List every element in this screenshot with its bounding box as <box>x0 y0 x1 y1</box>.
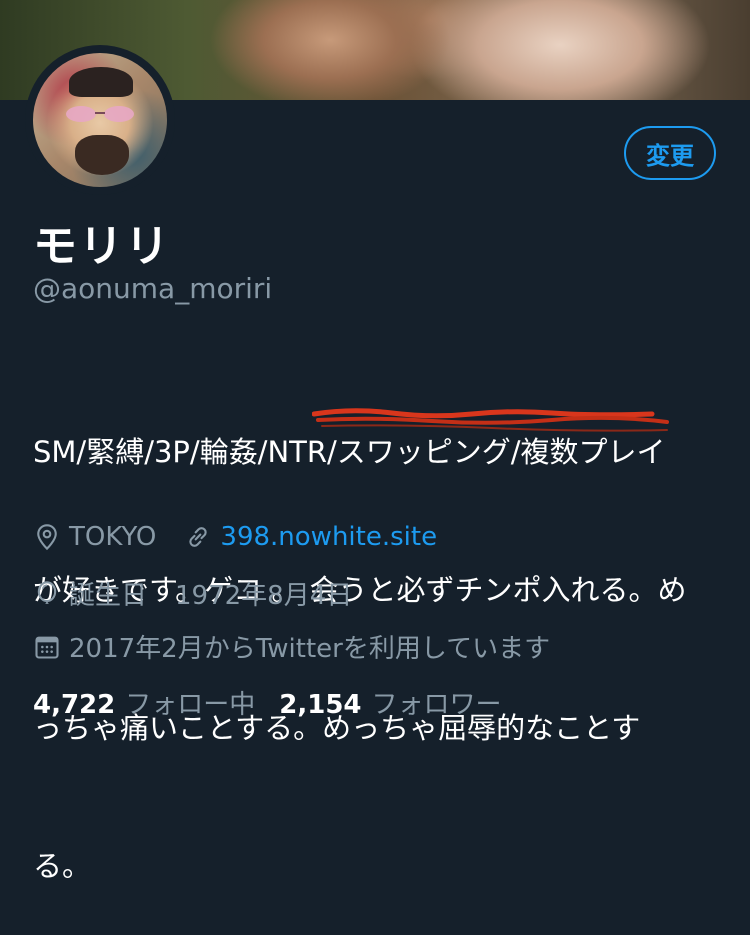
red-underline-scribble <box>312 408 669 432</box>
avatar-hair <box>69 67 133 97</box>
followers-count[interactable]: 2,154 <box>279 690 361 720</box>
user-handle: @aonuma_moriri <box>33 272 273 305</box>
following-label[interactable]: フォロー中 <box>125 684 255 721</box>
birthday-label: 誕生日 <box>69 581 148 611</box>
website-link[interactable]: 398.nowhite.site <box>220 522 437 552</box>
edit-profile-label: 変更 <box>646 141 694 170</box>
link-icon <box>189 527 208 547</box>
avatar[interactable] <box>25 45 175 195</box>
bio-line: る。 <box>33 849 92 883</box>
birthday-row: 誕生日 1972年8月4日 <box>33 575 352 612</box>
edit-profile-button[interactable]: 変更 <box>624 126 716 180</box>
following-count[interactable]: 4,722 <box>33 690 115 720</box>
balloon-icon <box>37 580 57 604</box>
location-text: TOKYO <box>69 522 157 552</box>
birthday-date: 1972年8月4日 <box>175 581 353 611</box>
avatar-beard <box>75 135 129 175</box>
bio-line: SM/緊縛/3P/輪姦/NTR/スワッピング/複数プレイ <box>33 435 666 469</box>
followers-label[interactable]: フォロワー <box>372 684 502 721</box>
calendar-icon <box>35 636 59 659</box>
follow-stats: 4,722 フォロー中 2,154 フォロワー <box>33 684 526 721</box>
avatar-image <box>33 53 167 187</box>
location-row: TOKYO 398.nowhite.site <box>33 522 437 552</box>
avatar-glasses <box>66 106 134 122</box>
joined-text: 2017年2月からTwitterを利用しています <box>69 634 551 664</box>
display-name: モリリ <box>33 221 171 272</box>
location-pin-icon <box>37 524 57 551</box>
joined-row: 2017年2月からTwitterを利用しています <box>33 628 550 665</box>
